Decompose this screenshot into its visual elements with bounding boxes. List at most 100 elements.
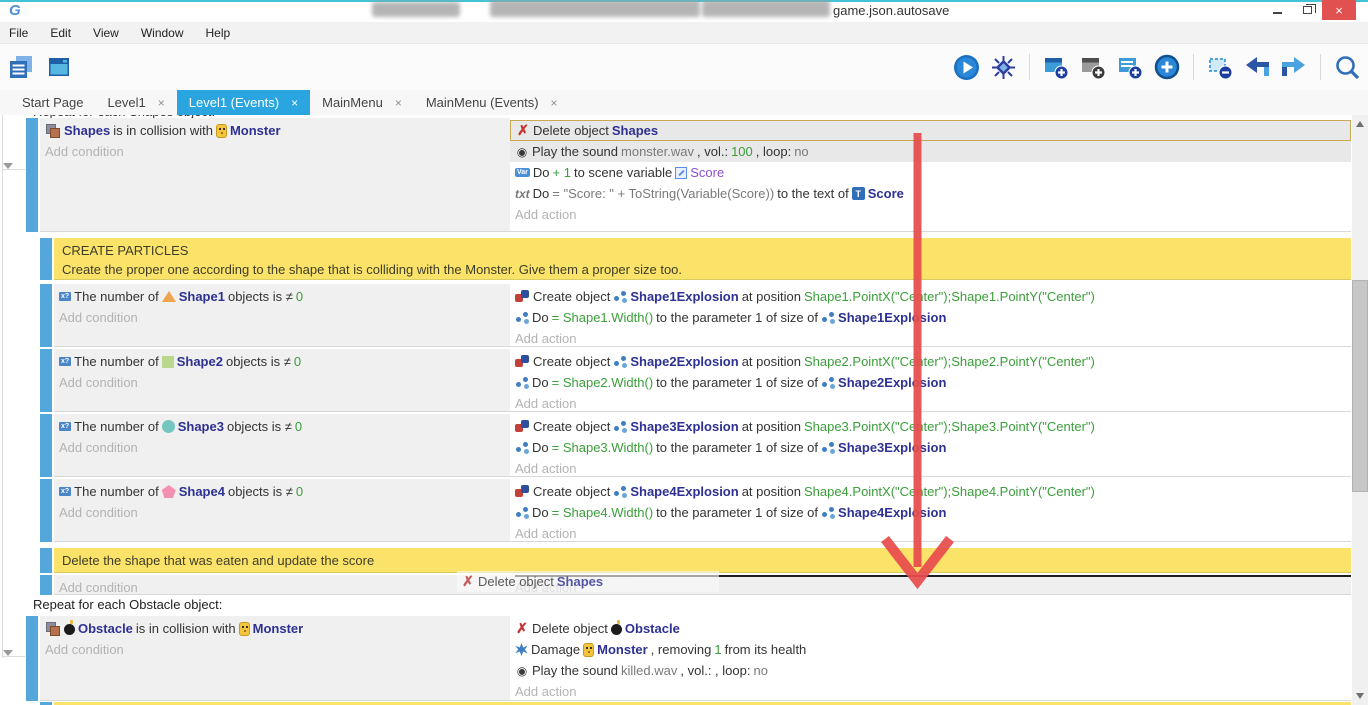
action-row[interactable]: ◉Play the sound killed.wav, vol.: , loop… [510, 660, 1351, 681]
menu-view[interactable]: View [93, 26, 119, 40]
placeholder-text[interactable]: Add action [515, 331, 576, 346]
scene-editor-icon [46, 54, 72, 80]
action-row[interactable]: Add action [510, 458, 1351, 479]
repeat-header[interactable]: Repeat for each Obstacle object: [33, 597, 222, 612]
delete-icon: ✗ [515, 620, 529, 637]
event-text: objects is ≠ [226, 354, 291, 369]
tab-bar: Start Page Level1× Level1 (Events)× Main… [0, 90, 1368, 115]
placeholder-text[interactable]: Add condition [59, 440, 138, 455]
condition-row[interactable]: x?The number of Shape1 objects is ≠ 0 [54, 286, 510, 307]
tab-label: MainMenu (Events) [426, 95, 539, 110]
condition-row[interactable]: Add condition [54, 502, 510, 523]
scroll-down-icon[interactable] [1356, 693, 1364, 699]
indent-bar [40, 548, 52, 573]
tab-close-icon[interactable]: × [291, 96, 298, 110]
action-row[interactable]: Do = Shape2.Width() to the parameter 1 o… [510, 372, 1351, 393]
delete-event-button[interactable] [1205, 52, 1235, 82]
comment-block[interactable]: Delete the shape that was eaten and upda… [54, 548, 1351, 573]
placeholder-text[interactable]: Add action [515, 461, 576, 476]
event-text: no [794, 144, 808, 159]
placeholder-text[interactable]: Add action [515, 684, 576, 699]
minimize-button[interactable] [1262, 0, 1292, 20]
comment-block[interactable]: CREATE PARTICLESCreate the proper one ac… [54, 238, 1351, 280]
actions-column: ✗Delete object ObstacleDamage Monster, r… [510, 616, 1351, 701]
placeholder-text[interactable]: Add condition [59, 505, 138, 520]
action-row[interactable]: Do = Shape4.Width() to the parameter 1 o… [510, 502, 1351, 523]
placeholder-text[interactable]: Add condition [59, 310, 138, 325]
event-text: Shape3Explosion [630, 419, 738, 434]
tab-mainmenu[interactable]: MainMenu× [310, 90, 414, 115]
condition-row[interactable]: x?The number of Shape3 objects is ≠ 0 [54, 416, 510, 437]
close-button[interactable]: × [1322, 0, 1356, 20]
bug-icon [990, 54, 1017, 81]
condition-row[interactable]: Obstacle is in collision with Monster [40, 618, 510, 639]
action-row[interactable]: Create object Shape1Explosion at positio… [510, 286, 1351, 307]
undo-button[interactable] [1242, 52, 1272, 82]
add-other-button[interactable] [1152, 52, 1182, 82]
placeholder-text[interactable]: Add condition [45, 144, 124, 159]
action-row[interactable]: Add action [510, 523, 1351, 544]
tab-close-icon[interactable]: × [158, 96, 165, 110]
condition-row[interactable]: Add condition [54, 437, 510, 458]
menu-help[interactable]: Help [206, 26, 231, 40]
redo-button[interactable] [1279, 52, 1309, 82]
action-row[interactable]: ✗Delete object Obstacle [510, 618, 1351, 639]
vertical-scrollbar[interactable] [1352, 115, 1368, 705]
action-row[interactable]: Do = Shape1.Width() to the parameter 1 o… [510, 307, 1351, 328]
placeholder-text[interactable]: Add action [515, 207, 576, 222]
menu-window[interactable]: Window [141, 26, 184, 40]
expander-icon[interactable] [3, 163, 13, 169]
tab-level1-events[interactable]: Level1 (Events)× [177, 90, 310, 115]
event-text: Monster [597, 642, 648, 657]
condition-row[interactable]: Shapes is in collision with Monster [40, 120, 510, 141]
condition-row[interactable]: x?The number of Shape2 objects is ≠ 0 [54, 351, 510, 372]
event-text: Score [690, 165, 724, 180]
placeholder-text[interactable]: Add action [515, 396, 576, 411]
action-row[interactable]: Damage Monster, removing 1 from its heal… [510, 639, 1351, 660]
action-row[interactable]: Create object Shape4Explosion at positio… [510, 481, 1351, 502]
action-row[interactable]: Add action [510, 328, 1351, 349]
condition-row[interactable]: Add condition [40, 639, 510, 660]
debug-button[interactable] [988, 52, 1018, 82]
search-button[interactable] [1332, 52, 1362, 82]
tab-close-icon[interactable]: × [395, 96, 402, 110]
tab-level1[interactable]: Level1× [95, 90, 176, 115]
placeholder-text[interactable]: Add condition [59, 580, 138, 595]
condition-row[interactable]: x?The number of Shape4 objects is ≠ 0 [54, 481, 510, 502]
action-row[interactable]: Add action [510, 204, 1351, 225]
scrollbar-thumb[interactable] [1352, 280, 1368, 492]
condition-row[interactable]: Add condition [54, 307, 510, 328]
action-row[interactable]: Add action [510, 393, 1351, 414]
placeholder-text[interactable]: Add condition [45, 642, 124, 657]
expander-icon[interactable] [3, 650, 13, 656]
menu-file[interactable]: File [9, 26, 28, 40]
action-row[interactable]: Create object Shape3Explosion at positio… [510, 416, 1351, 437]
placeholder-text[interactable]: Add action [515, 526, 576, 541]
scene-editor-button[interactable] [44, 52, 74, 82]
preview-play-button[interactable] [951, 52, 981, 82]
actions-column: Create object Shape1Explosion at positio… [510, 284, 1351, 347]
action-row[interactable]: txtDo = "Score: " + ToString(Variable(Sc… [510, 183, 1351, 204]
action-row[interactable]: Add action [510, 681, 1351, 702]
add-sub-event-button[interactable] [1078, 52, 1108, 82]
condition-row[interactable]: Add condition [54, 372, 510, 393]
action-row[interactable]: Do = Shape3.Width() to the parameter 1 o… [510, 437, 1351, 458]
placeholder-text[interactable]: Add condition [59, 375, 138, 390]
tab-close-icon[interactable]: × [551, 96, 558, 110]
action-row[interactable]: VarDo + 1 to scene variable Score [510, 162, 1351, 183]
action-row[interactable]: Create object Shape2Explosion at positio… [510, 351, 1351, 372]
event-text: = "Score: " + ToString(Variable(Score)) [552, 186, 774, 201]
project-manager-button[interactable] [6, 52, 36, 82]
tab-start-page[interactable]: Start Page [10, 90, 95, 115]
tab-mainmenu-events[interactable]: MainMenu (Events) × [414, 90, 570, 115]
action-row[interactable]: ◉Play the sound monster.wav, vol.: 100, … [510, 141, 1351, 162]
add-event-button[interactable] [1041, 52, 1071, 82]
condition-row[interactable]: Add condition [40, 141, 510, 162]
event-text: 100 [731, 144, 753, 159]
maximize-button[interactable] [1292, 0, 1322, 20]
add-comment-button[interactable] [1115, 52, 1145, 82]
scroll-up-icon[interactable] [1356, 121, 1364, 127]
condition-row[interactable]: Add condition [54, 577, 510, 598]
menu-edit[interactable]: Edit [50, 26, 71, 40]
action-row[interactable]: ✗Delete object Shapes [510, 120, 1351, 141]
